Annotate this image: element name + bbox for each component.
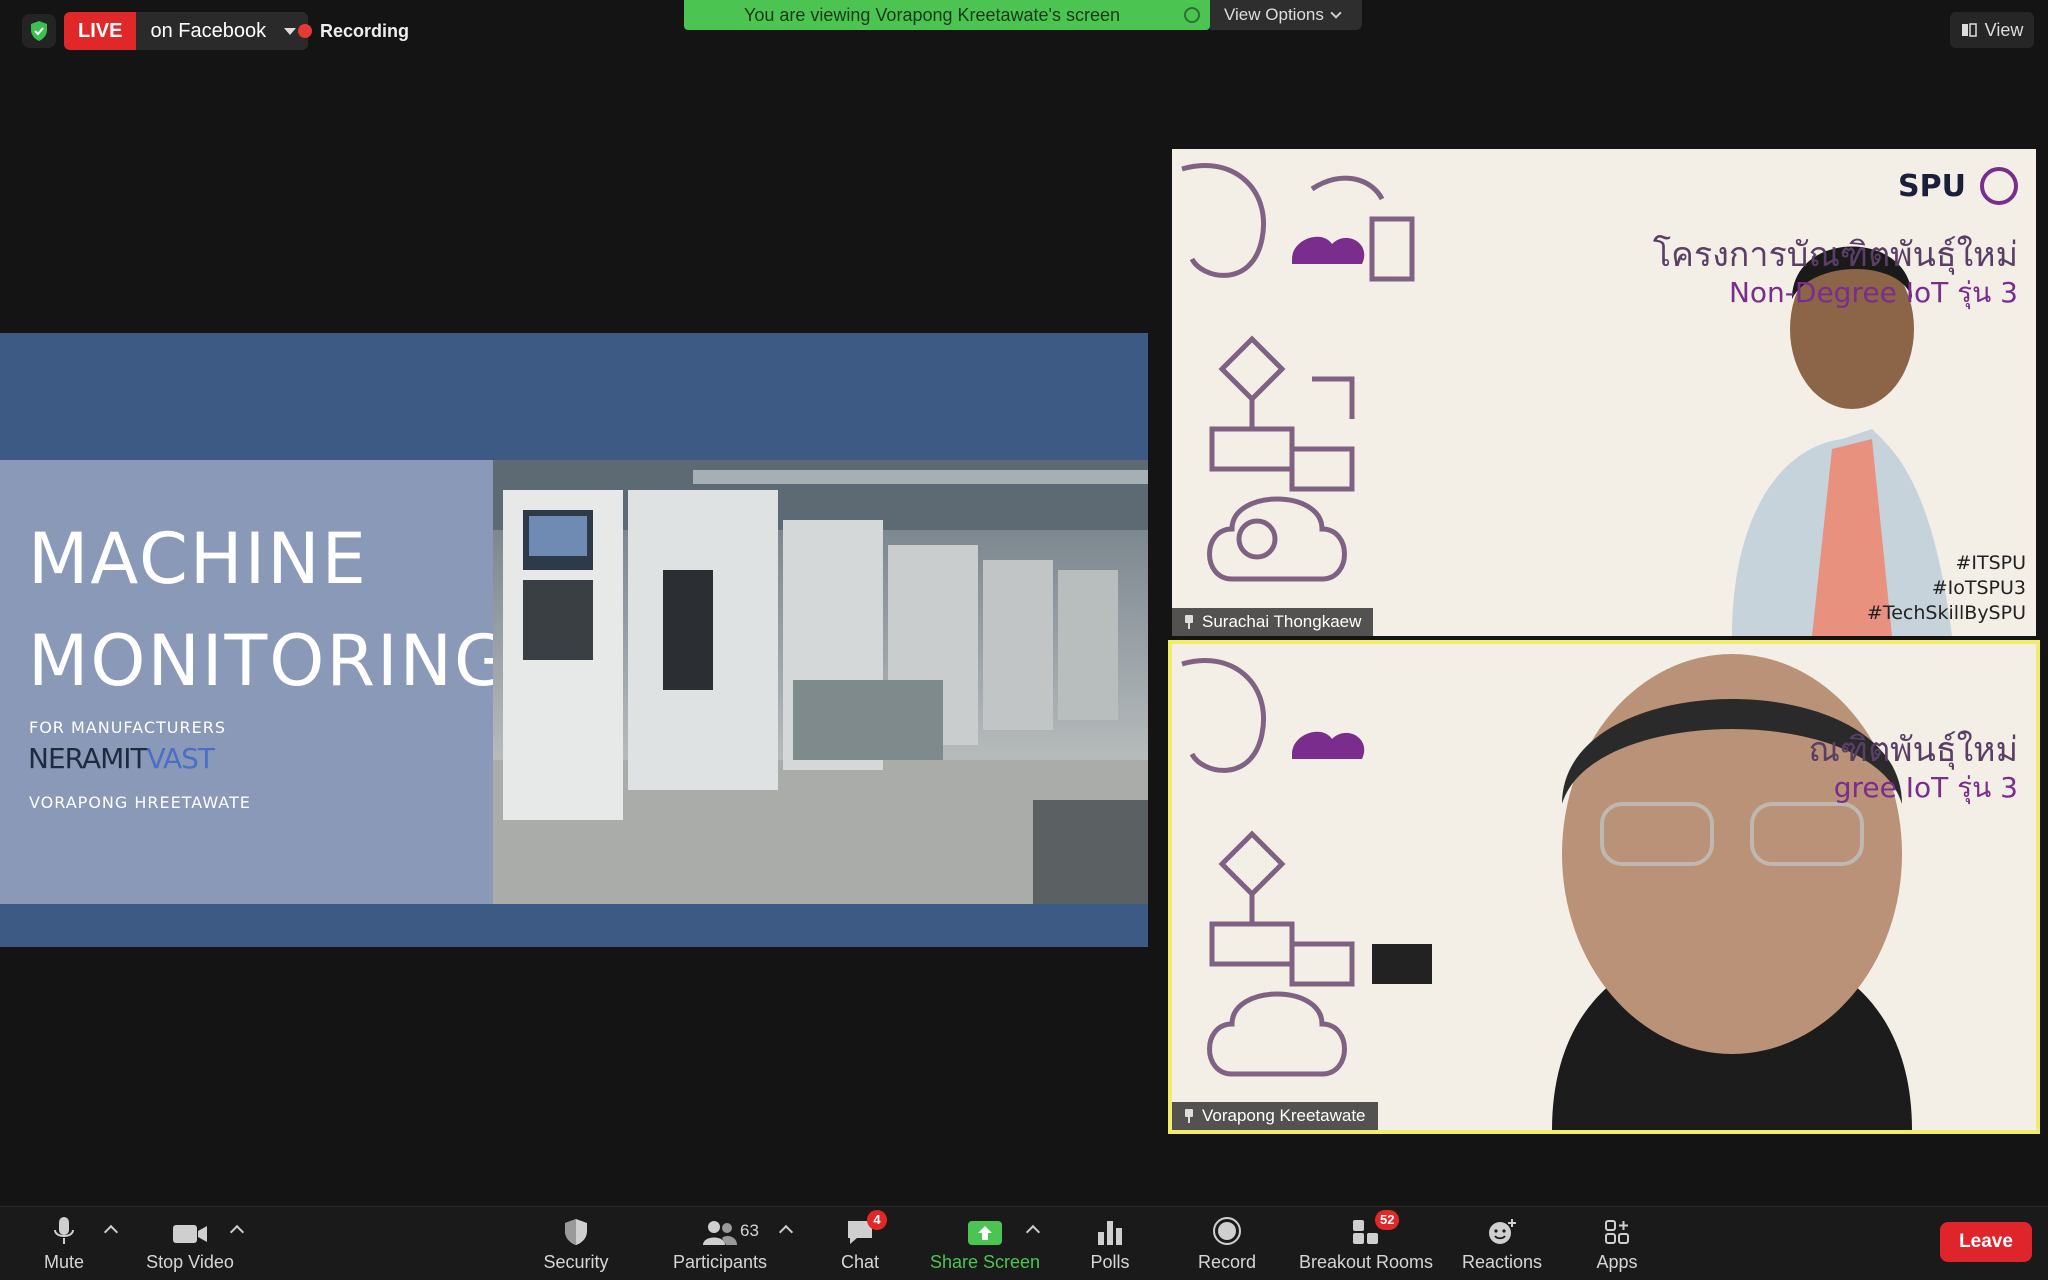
participants-options-caret-icon[interactable]: [778, 1224, 794, 1240]
shared-screen-slide: MACHINE MONITORING FOR MANUFACTURERS NER…: [0, 333, 1148, 947]
zoom-meeting-window: LIVE on Facebook Recording You are viewi…: [0, 0, 2048, 1280]
participant-name: Vorapong Kreetawate: [1202, 1106, 1366, 1125]
mute-label: Mute: [43, 1251, 85, 1272]
breakout-rooms-badge: 52: [1375, 1209, 1400, 1230]
status-ring-icon: [1184, 7, 1200, 23]
sponsor-logos: SPU: [1898, 167, 2018, 205]
slide-title-line1: MACHINE: [28, 518, 368, 600]
hashtag: #TechSkillBySPU: [1866, 602, 2026, 624]
participants-button[interactable]: 63 Participants: [668, 1207, 772, 1280]
participant-name-tag: Surachai Thongkaew: [1172, 608, 1374, 636]
viewing-screen-text: You are viewing Vorapong Kreetawate's sc…: [744, 4, 1121, 25]
recording-label: Recording: [320, 20, 410, 41]
record-label: Record: [1197, 1251, 1257, 1272]
spu-logo: SPU: [1898, 168, 1966, 204]
participant-name: Surachai Thongkaew: [1202, 612, 1362, 631]
participant-video-surachai[interactable]: SPU โครงการบัณฑิตพันธุ์ใหม่ Non-Degree I…: [1172, 149, 2036, 636]
background-hashtags: #ITSPU #IoTSPU3 #TechSkillBySPU: [1867, 551, 2026, 626]
share-screen-button[interactable]: Share Screen: [928, 1207, 1042, 1280]
pin-icon: [1184, 1109, 1194, 1123]
participants-label: Participants: [672, 1251, 768, 1272]
apps-label: Apps: [1596, 1251, 1638, 1272]
audio-options-caret-icon[interactable]: [103, 1224, 119, 1240]
breakout-rooms-icon: 52: [1351, 1209, 1400, 1246]
virtual-background: SPU โครงการบัณฑิตพันธุ์ใหม่ Non-Degree I…: [1172, 149, 2036, 636]
microphone-icon: [53, 1216, 75, 1246]
virtual-background: ณฑิตพันธุ์ใหม่ gree IoT รุ่น 3: [1172, 644, 2036, 1130]
dropdown-caret-icon: [284, 27, 297, 35]
apps-icon: [1603, 1216, 1631, 1246]
slide-brand-logo: NERAMITVAST: [28, 742, 215, 775]
leave-button[interactable]: Leave: [1940, 1222, 2032, 1262]
factory-machines-photo: [493, 460, 1148, 904]
live-stream-indicator[interactable]: LIVE on Facebook: [64, 12, 309, 50]
share-screen-icon: [967, 1216, 1003, 1246]
share-screen-label: Share Screen: [929, 1251, 1041, 1272]
slide-title-panel: MACHINE MONITORING FOR MANUFACTURERS NER…: [0, 460, 508, 904]
mute-button[interactable]: Mute: [34, 1207, 94, 1280]
participant-video-vorapong[interactable]: ณฑิตพันธุ์ใหม่ gree IoT รุ่น 3 Vorapong …: [1168, 640, 2040, 1134]
brand-part1: NERAMIT: [28, 742, 148, 775]
smiley-plus-icon: [1487, 1216, 1517, 1246]
reactions-button[interactable]: Reactions: [1460, 1207, 1544, 1280]
view-label: View: [1984, 19, 2024, 40]
viewing-screen-banner: You are viewing Vorapong Kreetawate's sc…: [684, 0, 1210, 30]
record-button[interactable]: Record: [1192, 1207, 1262, 1280]
stop-video-label: Stop Video: [146, 1251, 234, 1272]
security-shield-icon: [563, 1216, 589, 1246]
apps-button[interactable]: Apps: [1590, 1207, 1644, 1280]
chat-unread-badge: 4: [867, 1209, 887, 1230]
encryption-shield-icon[interactable]: [22, 14, 56, 48]
reactions-label: Reactions: [1461, 1251, 1543, 1272]
stop-video-button[interactable]: Stop Video: [140, 1207, 240, 1280]
live-destination[interactable]: on Facebook: [136, 12, 308, 50]
chat-bubble-icon: 4: [845, 1209, 887, 1246]
participant-name-tag: Vorapong Kreetawate: [1172, 1102, 1378, 1130]
university-seal-icon: [1980, 167, 2018, 205]
view-options-button[interactable]: View Options: [1210, 0, 1362, 30]
breakout-rooms-button[interactable]: 52 Breakout Rooms: [1298, 1207, 1434, 1280]
pin-icon: [1184, 615, 1194, 629]
background-title-en: gree IoT รุ่น 3: [1833, 771, 2018, 804]
hashtag: #ITSPU: [1955, 552, 2026, 574]
meeting-controls-toolbar: Mute Stop Video Security 63 Participants: [0, 1206, 2048, 1280]
breakout-rooms-label: Breakout Rooms: [1298, 1251, 1434, 1272]
slide-presenter: VORAPONG HREETAWATE: [29, 793, 251, 812]
participants-count: 63: [740, 1221, 759, 1240]
background-title-en: Non-Degree IoT รุ่น 3: [1728, 276, 2018, 309]
view-button[interactable]: View: [1950, 12, 2034, 48]
slide-title-line2: MONITORING: [28, 620, 511, 702]
record-icon: [1212, 1216, 1242, 1246]
security-label: Security: [543, 1251, 609, 1272]
polls-icon: [1096, 1216, 1124, 1246]
polls-label: Polls: [1090, 1251, 1130, 1272]
hashtag: #IoTSPU3: [1931, 577, 2026, 599]
chat-button[interactable]: 4 Chat: [834, 1207, 887, 1280]
security-button[interactable]: Security: [536, 1207, 616, 1280]
slide-subtitle: FOR MANUFACTURERS: [29, 718, 226, 737]
recording-dot-icon: [298, 24, 312, 38]
layout-icon: [1961, 23, 1977, 37]
live-badge: LIVE: [64, 12, 137, 50]
video-camera-icon: [172, 1216, 208, 1246]
participants-icon: [702, 1216, 738, 1246]
view-options-label: View Options: [1224, 5, 1324, 24]
recording-indicator[interactable]: Recording: [298, 18, 409, 44]
brand-part2: VAST: [146, 742, 215, 775]
live-destination-label: on Facebook: [150, 19, 267, 42]
chevron-down-icon: [1330, 6, 1342, 19]
polls-button[interactable]: Polls: [1082, 1207, 1138, 1280]
chat-label: Chat: [840, 1251, 880, 1272]
